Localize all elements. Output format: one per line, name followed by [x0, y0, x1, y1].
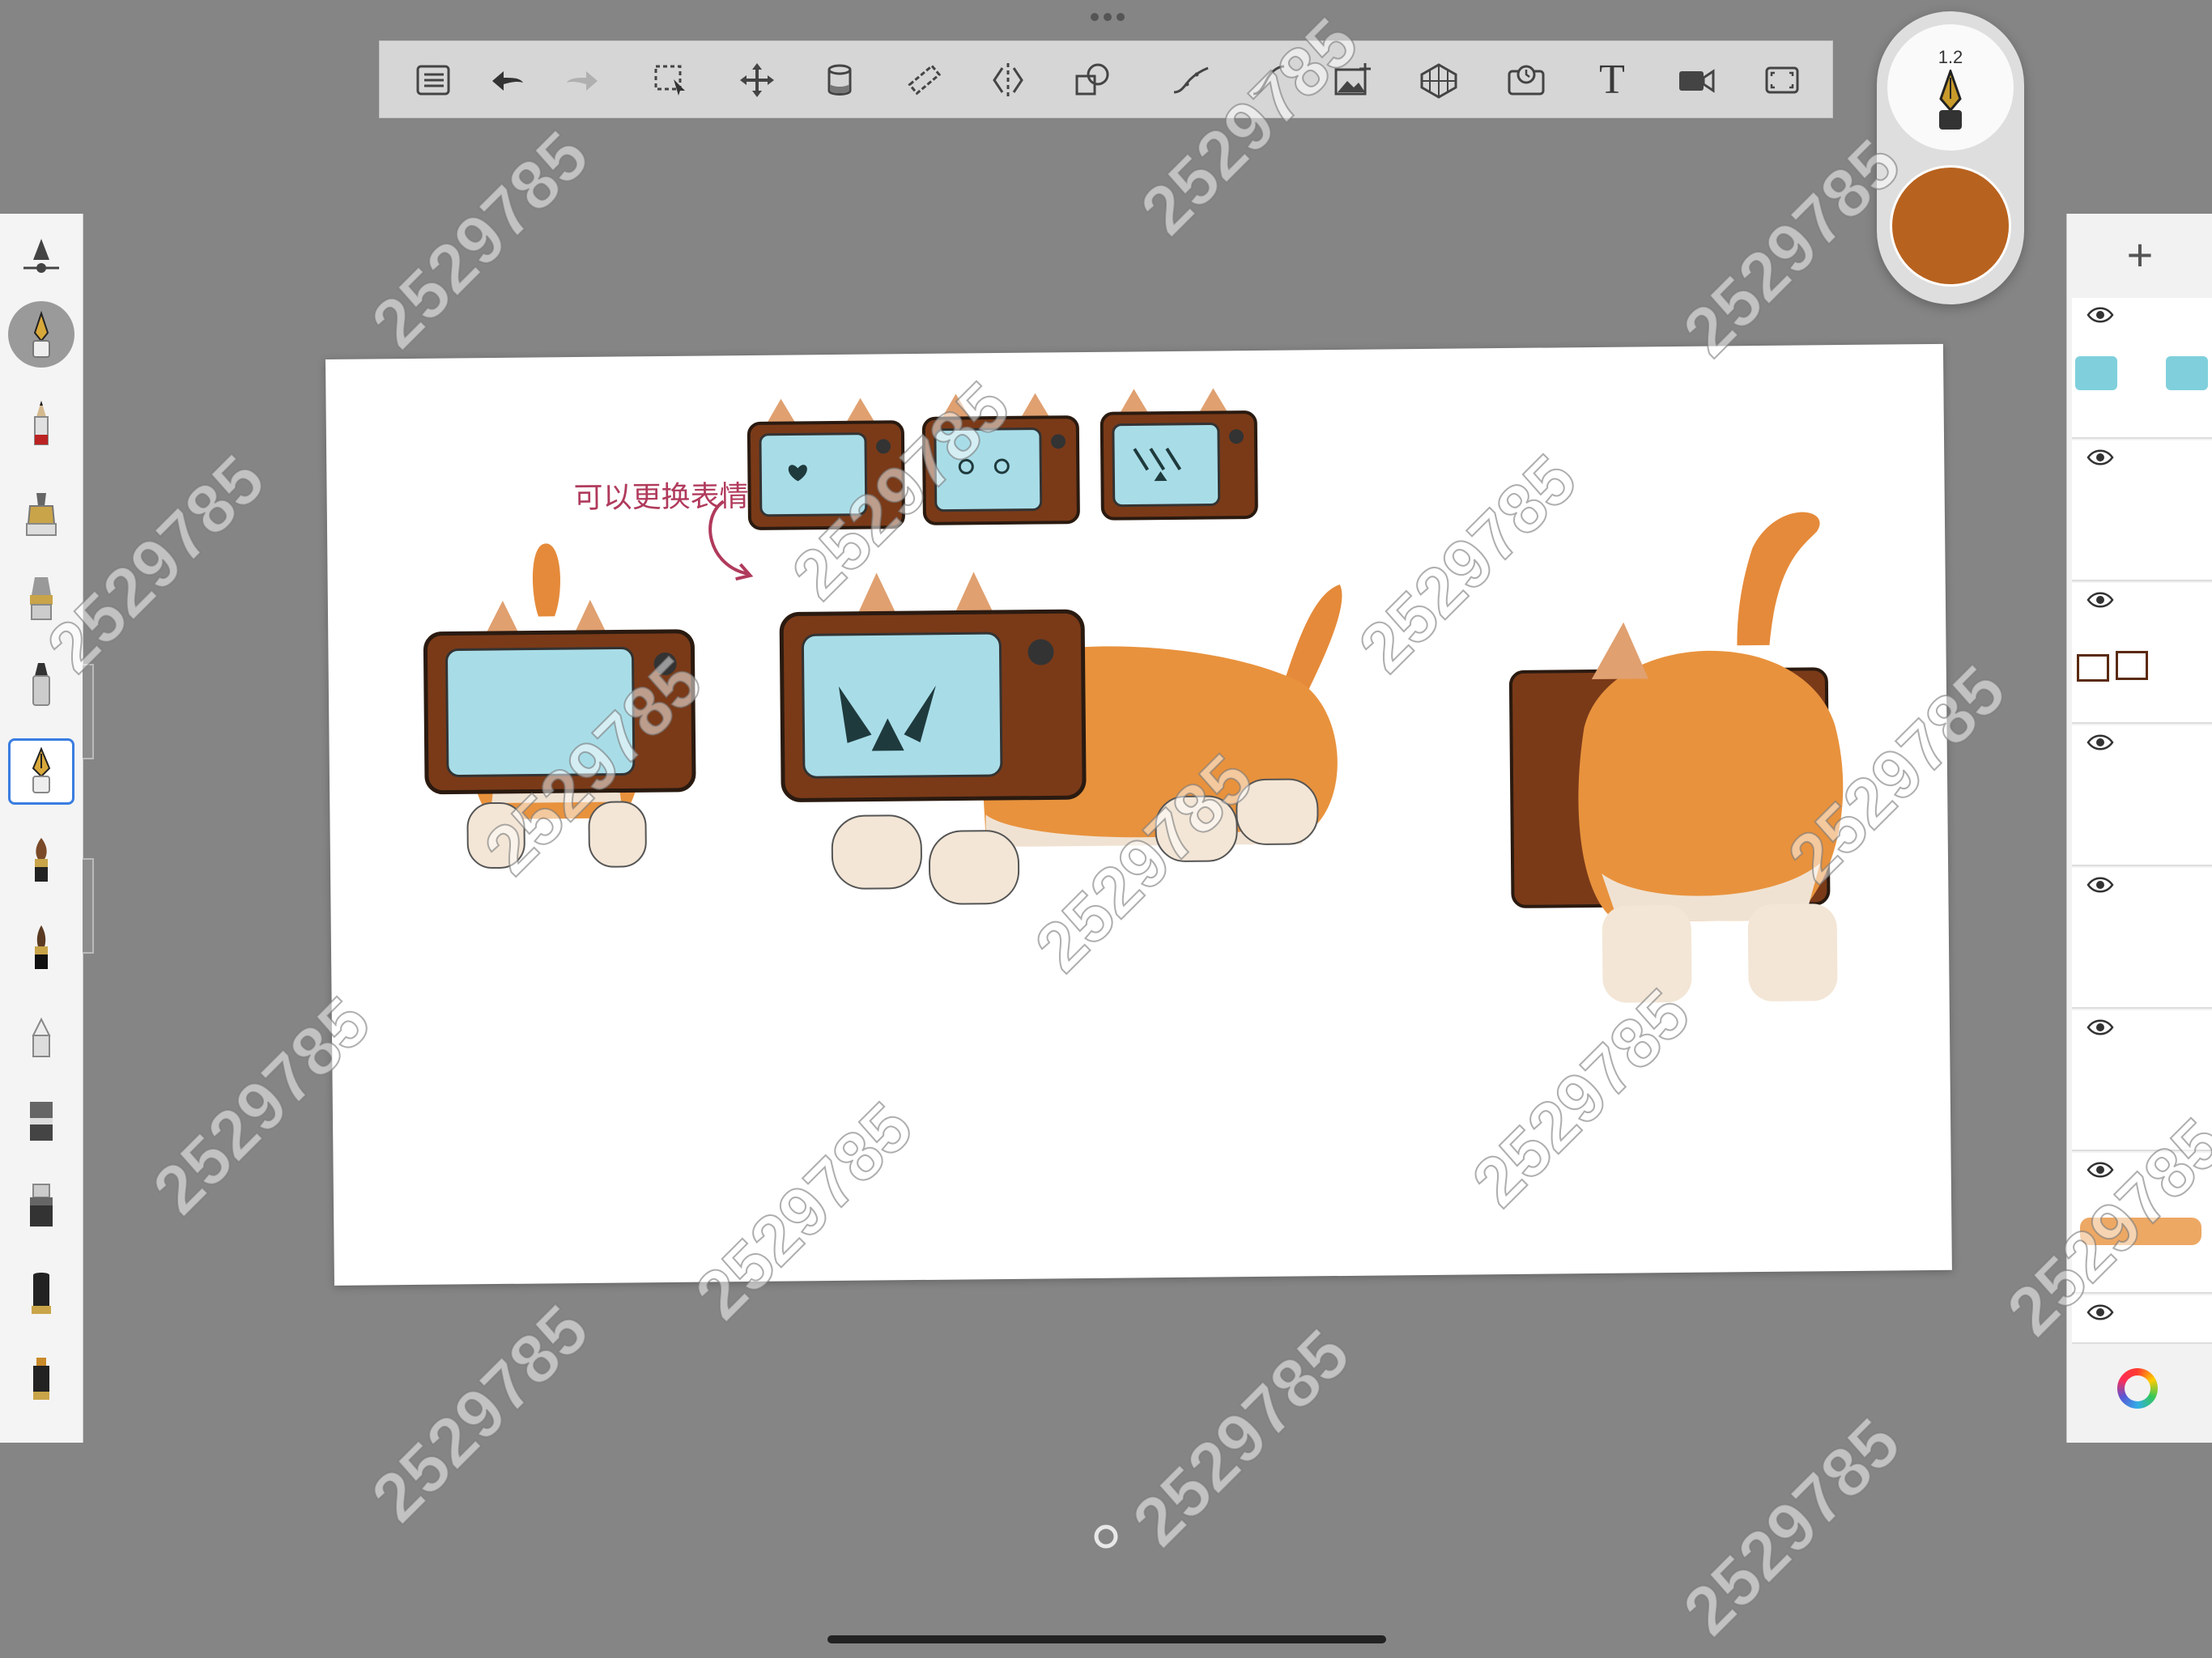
brush-settings-icon[interactable]: [8, 223, 74, 290]
layer-item[interactable]: [2072, 868, 2212, 1009]
time-lapse-icon[interactable]: [1495, 49, 1557, 111]
add-layer-button[interactable]: +: [2067, 214, 2212, 295]
eye-icon[interactable]: [2087, 449, 2114, 466]
text-icon[interactable]: T: [1581, 49, 1643, 111]
color-wheel-icon[interactable]: [2117, 1368, 2158, 1409]
smudge-tool-icon[interactable]: [8, 1088, 74, 1154]
opacity-slider-tab[interactable]: [83, 858, 94, 954]
layer-item[interactable]: [2072, 440, 2212, 581]
symmetry-icon[interactable]: [977, 49, 1039, 111]
brush-size-control[interactable]: 1.2: [1887, 24, 2014, 151]
predictive-stroke-icon[interactable]: [1160, 49, 1222, 111]
fullscreen-icon[interactable]: [1751, 49, 1813, 111]
recent-pen-icon[interactable]: [8, 301, 74, 368]
brush-palette: [0, 214, 83, 1443]
eye-icon[interactable]: [2087, 876, 2114, 894]
transform-icon[interactable]: [726, 49, 788, 111]
watermark-text: 2529785: [1668, 1403, 1916, 1652]
toolbar-grip-icon[interactable]: [1089, 11, 1126, 23]
shapes-icon[interactable]: [1061, 49, 1123, 111]
brush-puck[interactable]: 1.2: [1877, 11, 2024, 304]
airbrush-icon[interactable]: [8, 481, 74, 547]
brush-size-value: 1.2: [1938, 47, 1963, 67]
flat-marker-icon[interactable]: [8, 1347, 74, 1414]
ruler-icon[interactable]: [893, 49, 955, 111]
eye-icon[interactable]: [2087, 1018, 2114, 1036]
chisel-marker-icon[interactable]: [8, 1261, 74, 1328]
watermark-text: 2529785: [1117, 1314, 1366, 1562]
home-indicator[interactable]: [827, 1635, 1386, 1643]
sync-icon[interactable]: [1091, 1522, 1121, 1551]
video-icon[interactable]: [1665, 49, 1727, 111]
layer-item[interactable]: [2072, 298, 2212, 439]
paint-brush-dark-icon[interactable]: [8, 827, 74, 894]
eye-icon[interactable]: [2087, 306, 2114, 324]
blender-icon[interactable]: [8, 1174, 74, 1240]
annotation-text: 可以更换表情: [573, 479, 749, 516]
fountain-pen-icon: [1939, 70, 1962, 130]
watermark-text: 2529785: [356, 1290, 605, 1538]
pencil-icon[interactable]: [8, 390, 74, 457]
ink-brush-icon[interactable]: [8, 915, 74, 981]
menu-icon[interactable]: [402, 49, 464, 111]
eraser-pointed-icon[interactable]: [8, 1004, 74, 1070]
layer-item[interactable]: [2072, 583, 2212, 724]
undo-icon[interactable]: [477, 49, 538, 111]
fountain-pen-icon[interactable]: [8, 738, 74, 805]
perspective-icon[interactable]: [1408, 49, 1470, 111]
selection-icon[interactable]: [640, 49, 702, 111]
watermark-text: 2529785: [356, 116, 605, 364]
eye-icon[interactable]: [2087, 591, 2114, 609]
top-toolbar: T: [379, 40, 1833, 118]
eye-icon[interactable]: [2087, 733, 2114, 751]
layer-item[interactable]: [2072, 725, 2212, 866]
redo-icon[interactable]: [551, 49, 613, 111]
fill-icon[interactable]: [809, 49, 870, 111]
